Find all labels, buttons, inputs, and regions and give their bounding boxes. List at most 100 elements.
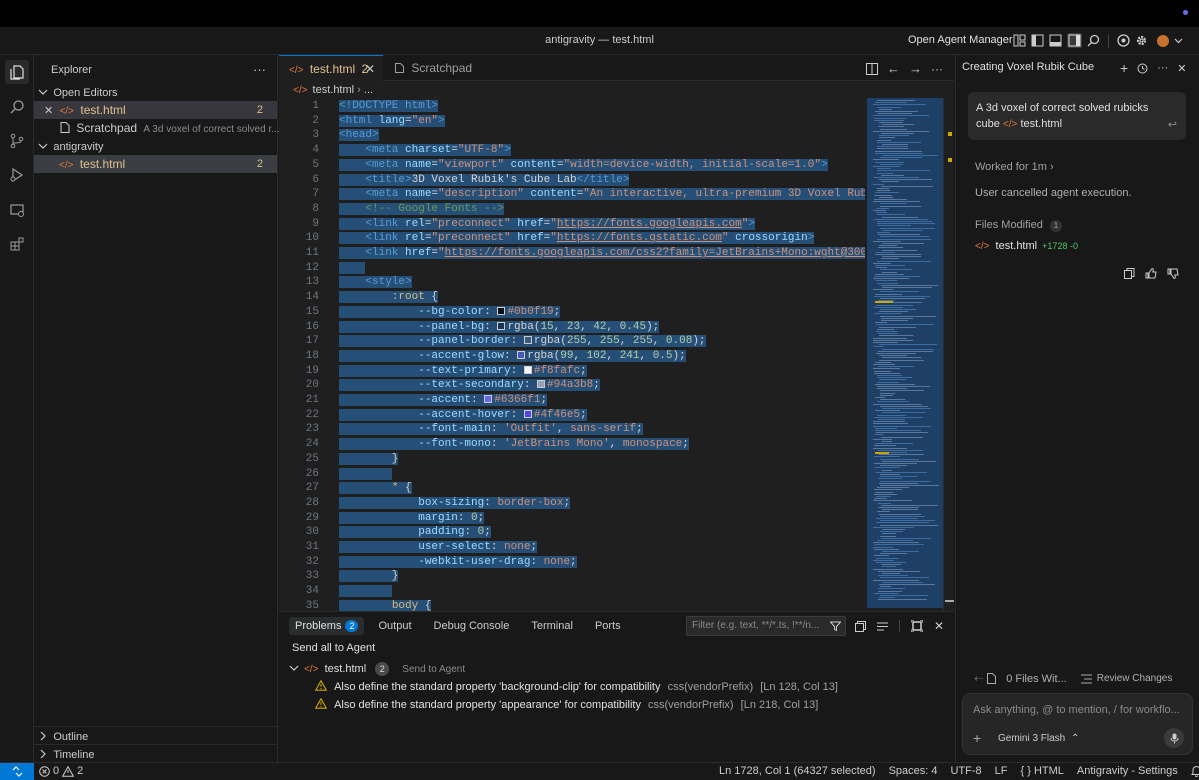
minimap-line (881, 133, 914, 134)
toggle-primary-sidebar-icon[interactable] (1031, 34, 1044, 47)
toggle-panel-icon[interactable] (1049, 34, 1062, 47)
color-swatch[interactable] (537, 380, 546, 389)
arrow-left-icon[interactable]: ← (887, 61, 900, 76)
color-swatch[interactable] (497, 306, 506, 315)
chevron-down-icon[interactable] (1174, 36, 1183, 45)
cursor-position[interactable]: Ln 1728, Col 1 (64327 selected) (719, 765, 876, 777)
avatar[interactable] (1157, 34, 1169, 47)
line-number: 4 (312, 144, 319, 157)
breadcrumb-symbols[interactable]: ... (364, 84, 373, 96)
user-prompt-card[interactable]: A 3d voxel of correct solved rubicks cub… (968, 92, 1186, 140)
timeline-section[interactable]: Timeline (34, 745, 277, 763)
view-as-tree-icon[interactable] (877, 621, 888, 632)
search-icon[interactable] (1087, 34, 1100, 47)
add-context-icon[interactable]: + (973, 730, 981, 746)
files-with-label[interactable]: 0 Files Wit... (1006, 673, 1067, 685)
copy-icon[interactable] (1124, 268, 1135, 279)
layout-controls (1013, 33, 1183, 48)
collapse-all-icon[interactable] (855, 620, 866, 632)
indentation[interactable]: Spaces: 4 (889, 765, 938, 777)
tab-debug-console[interactable]: Debug Console (426, 617, 518, 635)
problem-item[interactable]: Also define the standard property 'appea… (314, 696, 818, 714)
code-area[interactable]: 1 <!DOCTYPE html> 2 <html lang="en"> 3 <head>… (279, 98, 865, 611)
breadcrumb-file[interactable]: test.html (313, 84, 355, 96)
close-icon[interactable]: ✕ (1177, 62, 1186, 75)
maximize-panel-icon[interactable] (911, 620, 923, 632)
remote-explorer-icon[interactable] (5, 198, 29, 222)
close-panel-icon[interactable]: ✕ (934, 619, 944, 633)
search-icon[interactable] (5, 95, 29, 119)
more-actions-icon[interactable]: ··· (931, 62, 943, 76)
problems-status[interactable]: 0 2 (39, 765, 83, 777)
tab-problems[interactable]: Problems 2 (289, 617, 365, 635)
filter-icon[interactable] (830, 621, 841, 632)
remote-indicator[interactable] (0, 763, 34, 780)
color-swatch[interactable] (497, 321, 506, 330)
color-swatch[interactable] (523, 336, 532, 345)
thumbs-up-icon[interactable] (1145, 268, 1157, 279)
outline-section[interactable]: Outline (34, 727, 277, 745)
toggle-secondary-sidebar-icon[interactable] (1067, 33, 1082, 48)
arrow-left-icon[interactable]: ⇠ (974, 672, 983, 685)
color-swatch[interactable] (523, 365, 532, 374)
problem-item[interactable]: Also define the standard property 'backg… (314, 678, 838, 696)
microphone-icon[interactable] (1164, 728, 1184, 748)
close-icon[interactable]: ✕ (44, 105, 53, 117)
encoding[interactable]: UTF-8 (950, 765, 981, 777)
source-control-icon[interactable] (5, 129, 29, 153)
review-changes-button[interactable]: Review Changes (1097, 673, 1173, 684)
extensions-icon[interactable] (5, 232, 29, 256)
antigravity-settings[interactable]: Antigravity - Settings (1077, 765, 1178, 777)
line-ending[interactable]: LF (995, 765, 1008, 777)
folder-header[interactable]: antigravity (34, 137, 277, 155)
color-swatch[interactable] (484, 395, 493, 403)
settings-gear-icon[interactable] (1135, 34, 1148, 47)
problems-file-count: 2 (375, 662, 390, 676)
color-swatch[interactable] (523, 409, 532, 418)
new-chat-icon[interactable]: + (1120, 60, 1128, 76)
split-editor-icon[interactable] (866, 62, 878, 75)
run-debug-icon[interactable] (5, 163, 29, 187)
minimap-line (877, 221, 932, 222)
tab-ports[interactable]: Ports (587, 617, 629, 635)
language-mode[interactable]: { } HTML (1021, 765, 1064, 777)
selected-text: } (339, 570, 399, 583)
tab-output[interactable]: Output (370, 617, 419, 635)
tab-test-html[interactable]: </> test.html 2 ✕ (279, 55, 383, 81)
minimap-line (876, 267, 887, 269)
color-swatch[interactable] (517, 350, 526, 359)
worked-duration[interactable]: Worked for 1m › (975, 161, 1054, 173)
explorer-icon[interactable] (5, 60, 29, 84)
model-selector[interactable]: Gemini 3 Flash ⌃ (998, 733, 1079, 744)
minimap[interactable] (865, 98, 943, 611)
send-all-to-agent-button[interactable]: Send all to Agent (292, 642, 375, 654)
browser-icon[interactable] (1117, 34, 1130, 47)
problems-filter-input[interactable]: Filter (e.g. text, **/*.ts, !**/n... (686, 616, 846, 636)
open-agent-manager-button[interactable]: Open Agent Manager (908, 34, 1013, 46)
problems-file-row[interactable]: </> test.html 2 Send to Agent (289, 660, 465, 678)
scrollbar-overview-ruler[interactable] (943, 98, 954, 611)
customize-layout-icon[interactable] (1013, 34, 1026, 47)
code-token: charset (405, 144, 452, 157)
undo-icon[interactable]: ↩ (1168, 118, 1177, 131)
minimap-line (874, 544, 924, 546)
sidebar-more-button[interactable]: ··· (253, 62, 266, 77)
open-editor-item[interactable]: ✕ </> test.html 2 (34, 101, 277, 119)
prompt-file-mention[interactable]: test.html (1020, 118, 1062, 130)
arrow-right-icon[interactable]: → (909, 61, 922, 76)
notifications-bell-icon[interactable] (1190, 765, 1199, 777)
open-editors-header[interactable]: Open Editors (34, 83, 277, 101)
minimap-line (879, 379, 906, 381)
modified-file-row[interactable]: </> test.html +1728 -0 (975, 240, 1078, 252)
tab-scratchpad[interactable]: Scratchpad (385, 55, 495, 81)
open-editor-item[interactable]: Scratchpad A 3d voxel of correct solved … (34, 119, 280, 137)
file-tree-item[interactable]: </> test.html 2 (34, 155, 277, 173)
more-actions-icon[interactable]: ··· (1157, 62, 1168, 74)
chat-input-box[interactable]: Ask anything, @ to mention, / for workfl… (962, 693, 1193, 755)
close-icon[interactable]: ✕ (365, 56, 375, 82)
history-icon[interactable] (1137, 63, 1148, 74)
thumbs-down-icon[interactable] (1167, 268, 1179, 279)
tab-terminal[interactable]: Terminal (523, 617, 581, 635)
send-to-agent-button[interactable]: Send to Agent (402, 664, 465, 675)
